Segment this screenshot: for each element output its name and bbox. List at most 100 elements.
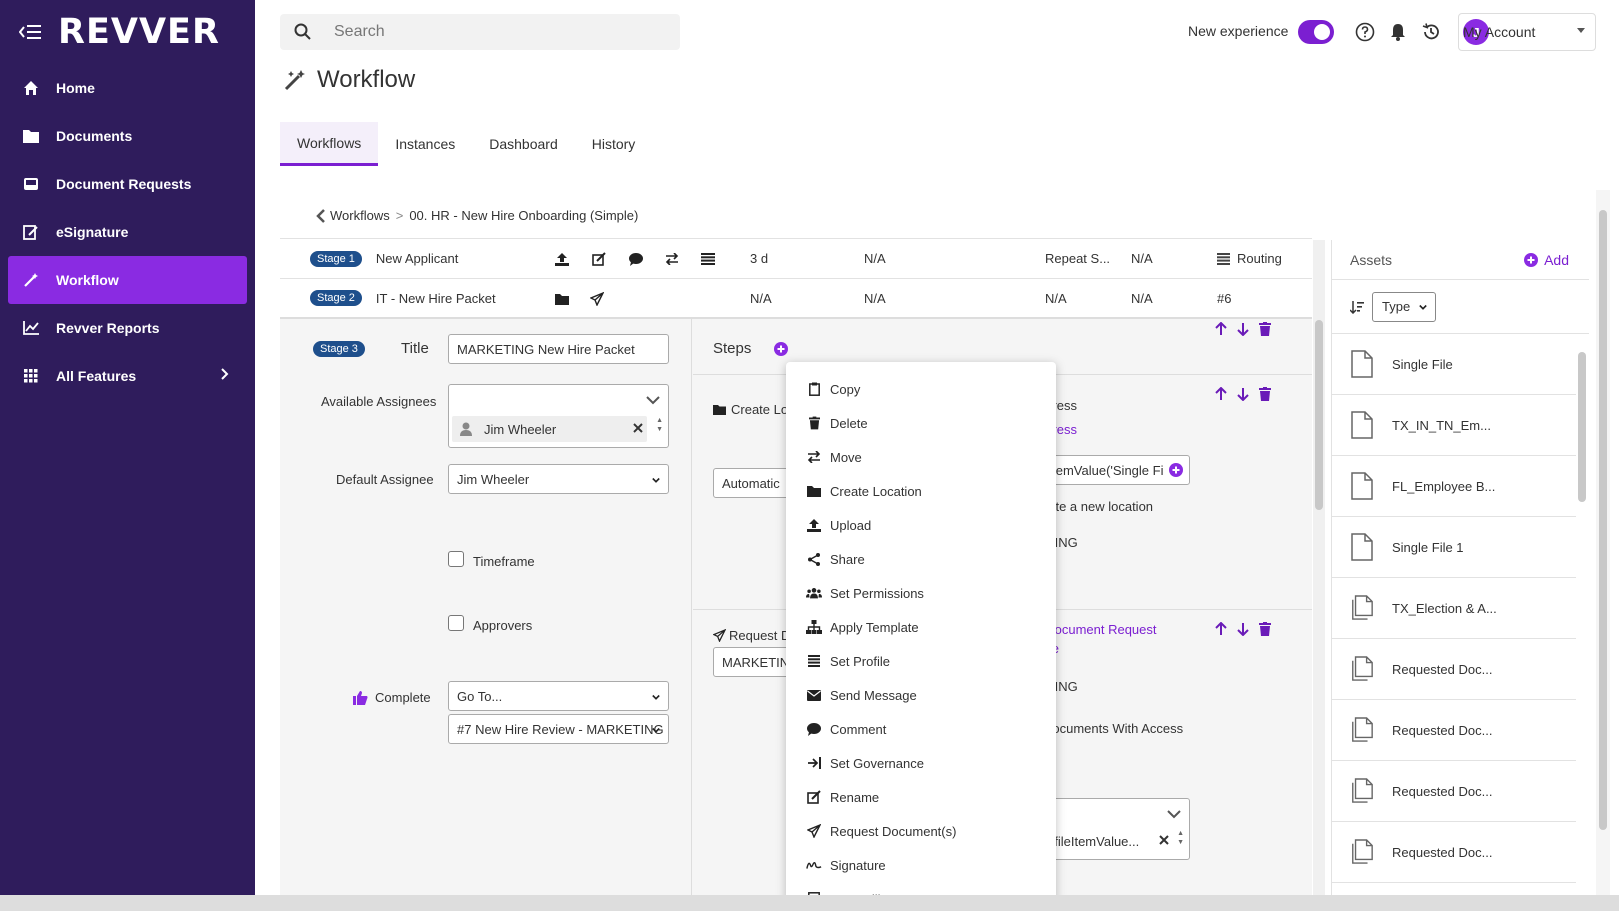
menu-item-apply-template[interactable]: Apply Template	[786, 610, 1056, 644]
menu-item-set-permissions[interactable]: Set Permissions	[786, 576, 1056, 610]
chevron-down-icon[interactable]	[646, 393, 660, 408]
asset-item[interactable]: Requested Doc...	[1332, 700, 1576, 761]
page-scrollbar[interactable]	[1596, 190, 1610, 895]
trash-icon[interactable]	[1258, 387, 1272, 401]
stage-routing[interactable]: Routing	[1237, 251, 1282, 266]
asset-item[interactable]: Requested Doc...	[1332, 761, 1576, 822]
stages-scrollbar[interactable]	[1313, 240, 1325, 895]
menu-item-set-profile[interactable]: Set Profile	[786, 644, 1056, 678]
approvers-checkbox[interactable]	[448, 615, 464, 631]
menu-item-share[interactable]: Share	[786, 542, 1056, 576]
spinner-arrows-icon[interactable]: ▲ ▼	[656, 416, 663, 434]
asset-item[interactable]: Single File	[1332, 334, 1576, 395]
sidebar-item-home[interactable]: Home	[8, 64, 247, 112]
goto-select[interactable]: Go To...	[448, 681, 669, 711]
asset-item[interactable]: Single File 1	[1332, 517, 1576, 578]
sidebar-item-esignature[interactable]: eSignature	[8, 208, 247, 256]
sort-icon[interactable]	[1350, 300, 1364, 314]
edit-icon[interactable]	[591, 251, 607, 267]
spinner-arrows-icon[interactable]: ▲ ▼	[1177, 829, 1184, 847]
menu-item-signature[interactable]: Signature	[786, 848, 1056, 882]
add-step-icon[interactable]	[774, 342, 788, 359]
bell-icon[interactable]	[1388, 22, 1408, 42]
arrow-up-icon[interactable]	[1214, 387, 1228, 401]
chevron-down-icon[interactable]	[1167, 807, 1181, 822]
account-menu[interactable]: J My Account	[1458, 13, 1596, 51]
breadcrumb-root[interactable]: Workflows	[330, 208, 390, 223]
available-assignees-select[interactable]: Jim Wheeler ▲ ▼	[448, 384, 669, 448]
close-icon[interactable]	[1159, 835, 1169, 845]
add-asset-button[interactable]: Add	[1524, 252, 1569, 268]
sidebar-item-documents[interactable]: Documents	[8, 112, 247, 160]
stage-cell: N/A	[1131, 291, 1153, 306]
arrow-down-icon[interactable]	[1236, 387, 1250, 401]
asset-item[interactable]: FL_Employee B...	[1332, 456, 1576, 517]
swap-icon[interactable]	[664, 251, 680, 267]
search-input[interactable]	[334, 23, 654, 41]
search-bar[interactable]	[280, 14, 680, 50]
scrollbar-thumb[interactable]	[1315, 320, 1323, 510]
step-profile-select[interactable]: ProfileItemValue... ▲ ▼	[1033, 798, 1190, 860]
trash-icon[interactable]	[1258, 622, 1272, 636]
tab-dashboard[interactable]: Dashboard	[472, 122, 575, 166]
stage-row-2[interactable]: Stage 2 IT - New Hire Packet N/A N/A N/A…	[280, 278, 1312, 318]
arrow-up-icon[interactable]	[1214, 322, 1228, 336]
tab-history[interactable]: History	[575, 122, 653, 166]
comment-icon[interactable]	[628, 251, 644, 267]
scrollbar-thumb[interactable]	[1578, 352, 1586, 502]
goto-target-select[interactable]: #7 New Hire Review - MARKETING	[448, 714, 669, 744]
add-icon[interactable]	[1169, 463, 1183, 480]
sidebar-item-document-requests[interactable]: Document Requests	[8, 160, 247, 208]
folder-icon[interactable]	[554, 291, 570, 307]
asset-item[interactable]: Requested Doc...	[1332, 639, 1576, 700]
menu-item-upload[interactable]: Upload	[786, 508, 1056, 542]
menu-item-create-location[interactable]: Create Location	[786, 474, 1056, 508]
menu-item-move[interactable]: Move	[786, 440, 1056, 474]
logo[interactable]: REVVER	[58, 12, 220, 52]
collapse-menu-icon[interactable]	[18, 20, 42, 44]
menu-item-delete[interactable]: Delete	[786, 406, 1056, 440]
trash-icon[interactable]	[1258, 322, 1272, 336]
step-mode-input[interactable]: Automatic	[713, 468, 793, 498]
history-icon[interactable]	[1421, 22, 1441, 42]
menu-item-request-documents[interactable]: Request Document(s)	[786, 814, 1056, 848]
paper-plane-icon[interactable]	[589, 291, 605, 307]
menu-item-comment[interactable]: Comment	[786, 712, 1056, 746]
new-experience-toggle[interactable]	[1298, 20, 1334, 44]
asset-item[interactable]: TX_Election & A...	[1332, 578, 1576, 639]
asset-item[interactable]: Requested Doc...	[1332, 822, 1576, 883]
chevron-left-icon[interactable]	[316, 208, 326, 223]
type-select[interactable]: Type	[1372, 291, 1436, 322]
step-target-input[interactable]: MARKETING	[713, 647, 799, 677]
complete-label: Complete	[375, 690, 431, 705]
horizontal-scrollbar[interactable]	[0, 895, 1619, 911]
menu-item-rename[interactable]: Rename	[786, 780, 1056, 814]
sidebar-item-revver-reports[interactable]: Revver Reports	[8, 304, 247, 352]
menu-item-send-message[interactable]: Send Message	[786, 678, 1056, 712]
tab-instances[interactable]: Instances	[378, 122, 472, 166]
breadcrumb: Workflows > 00. HR - New Hire Onboarding…	[316, 208, 638, 223]
menu-item-copy[interactable]: Copy	[786, 372, 1056, 406]
arrow-down-icon[interactable]	[1236, 322, 1250, 336]
files-icon	[1350, 715, 1374, 745]
arrow-up-icon[interactable]	[1214, 622, 1228, 636]
asset-item[interactable]: TX_IN_TN_Em...	[1332, 395, 1576, 456]
step-formula-input[interactable]: eltemValue('Single Fi	[1033, 455, 1190, 485]
new-experience-label: New experience	[1188, 23, 1289, 39]
timeframe-checkbox[interactable]	[448, 551, 464, 567]
sidebar-item-workflow[interactable]: Workflow	[8, 256, 247, 304]
list-icon[interactable]	[700, 251, 716, 267]
title-input[interactable]: MARKETING New Hire Packet	[448, 334, 669, 364]
stage-row-1[interactable]: Stage 1 New Applicant 3 d N/A Repeat S..…	[280, 238, 1312, 278]
scrollbar-thumb[interactable]	[1599, 210, 1607, 830]
help-icon[interactable]	[1355, 22, 1375, 42]
sidebar-item-all-features[interactable]: All Features	[8, 352, 247, 400]
assets-scrollbar[interactable]	[1577, 336, 1587, 886]
default-assignee-select[interactable]: Jim Wheeler	[448, 464, 669, 494]
close-icon[interactable]	[633, 423, 643, 433]
upload-icon[interactable]	[554, 251, 570, 267]
tab-workflows[interactable]: Workflows	[280, 122, 379, 166]
step-label: Request D	[729, 628, 791, 643]
arrow-down-icon[interactable]	[1236, 622, 1250, 636]
menu-item-set-governance[interactable]: Set Governance	[786, 746, 1056, 780]
